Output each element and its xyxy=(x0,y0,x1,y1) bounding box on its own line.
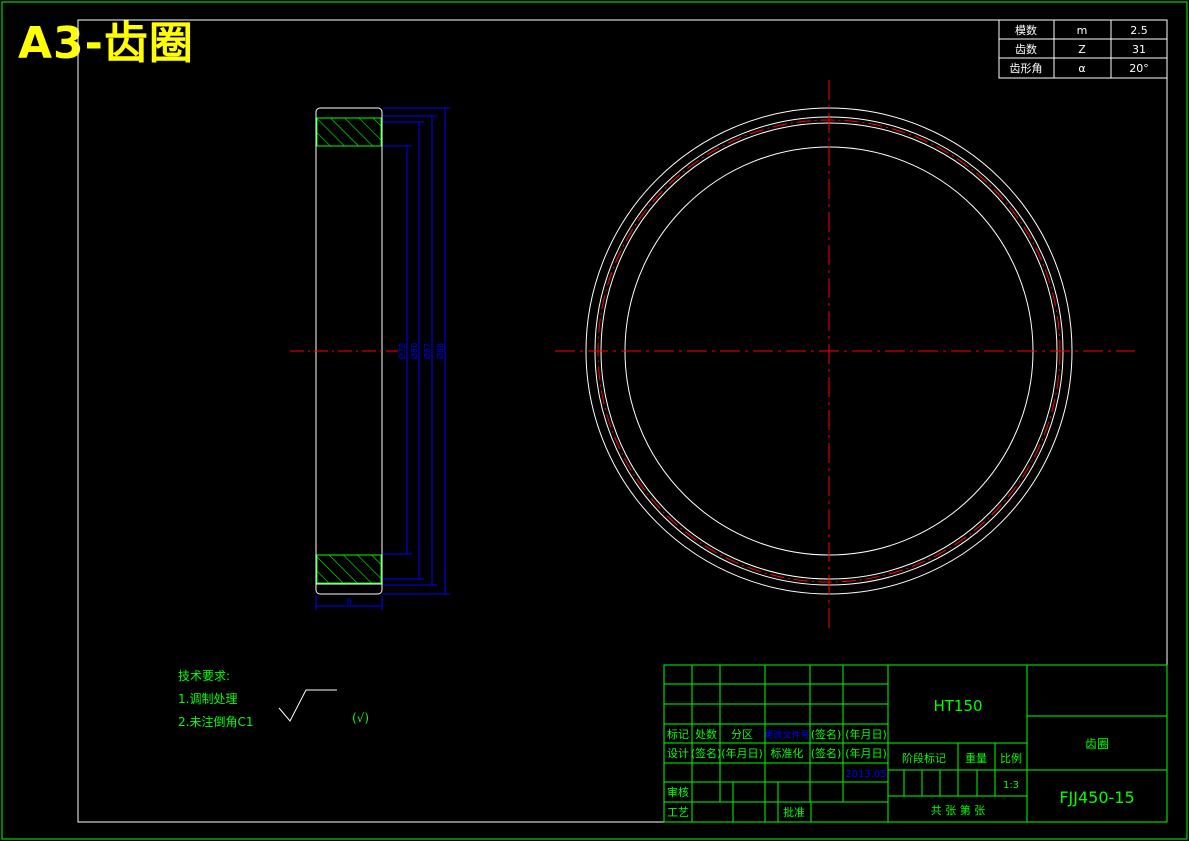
roughness-note: (√) xyxy=(352,711,369,725)
param-value-1: 31 xyxy=(1132,43,1146,56)
title-block-text: 标记 处数 分区 更改文件号 (签名) (年月日) 设计 (签名) (年月日) … xyxy=(667,697,1135,819)
hatch-bottom xyxy=(316,554,382,584)
tb-signature-3: (签名) xyxy=(811,746,842,760)
tb-zone: 分区 xyxy=(731,728,753,741)
tech-item-1: 1.调制处理 xyxy=(178,692,237,706)
hatch-top xyxy=(316,117,382,147)
tb-scale: 1:3 xyxy=(1003,780,1019,791)
drawing-sheet: 模数 m 2.5 齿数 Z 31 齿形角 α 20° Ø78 Ø80 Ø87 Ø… xyxy=(1,1,1188,840)
param-symbol-0: m xyxy=(1077,24,1088,37)
tb-date-value: 2013.05 xyxy=(845,769,886,780)
tb-material: HT150 xyxy=(933,697,982,715)
tb-check: 审核 xyxy=(667,785,689,799)
tb-mark: 标记 xyxy=(667,727,689,741)
dim-d4: Ø88 xyxy=(435,343,445,359)
param-value-0: 2.5 xyxy=(1130,24,1148,37)
tb-part-name: 齿圈 xyxy=(1085,737,1109,751)
param-name-0: 模数 xyxy=(1015,24,1037,37)
section-view: Ø78 Ø80 Ø87 Ø88 8 xyxy=(290,107,450,610)
gear-param-table: 模数 m 2.5 齿数 Z 31 齿形角 α 20° xyxy=(998,19,1168,79)
param-value-2: 20° xyxy=(1129,62,1149,75)
outer-frame xyxy=(1,1,1188,840)
tb-signature-1: (签名) xyxy=(811,727,842,741)
tb-date-1: (年月日) xyxy=(845,727,887,741)
tb-stage-mark: 阶段标记 xyxy=(902,751,946,765)
param-symbol-2: α xyxy=(1078,62,1085,75)
front-view xyxy=(555,80,1135,628)
tech-heading: 技术要求: xyxy=(178,669,230,683)
tb-drawing-number: FJJ450-15 xyxy=(1059,788,1134,807)
tb-date-2: (年月日) xyxy=(721,746,763,760)
tb-approve: 批准 xyxy=(783,805,805,819)
param-name-1: 齿数 xyxy=(1015,43,1037,56)
dim-d3: Ø87 xyxy=(422,343,432,359)
roughness-symbol xyxy=(278,689,337,722)
tech-item-2: 2.未注倒角C1 xyxy=(178,714,253,729)
inner-frame xyxy=(77,19,1168,823)
tb-design: 设计 xyxy=(667,747,689,760)
dim-d2: Ø80 xyxy=(409,343,419,359)
dim-d1: Ø78 xyxy=(397,343,407,359)
tb-change-doc: 更改文件号 xyxy=(764,729,809,741)
tb-signature-2: (签名) xyxy=(691,746,722,760)
tb-ratio: 比例 xyxy=(1000,751,1022,765)
tb-count: 处数 xyxy=(695,728,717,741)
tb-date-3: (年月日) xyxy=(845,746,887,760)
tb-standardize: 标准化 xyxy=(771,746,804,760)
param-symbol-1: Z xyxy=(1078,43,1086,56)
tb-weight: 重量 xyxy=(965,751,987,765)
tb-process: 工艺 xyxy=(667,806,689,819)
param-name-2: 齿形角 xyxy=(1010,62,1043,75)
dim-width: 8 xyxy=(346,597,351,606)
tb-sheets: 共 张 第 张 xyxy=(931,803,986,817)
tech-requirements: 技术要求: 1.调制处理 2.未注倒角C1 (√) xyxy=(178,669,369,729)
